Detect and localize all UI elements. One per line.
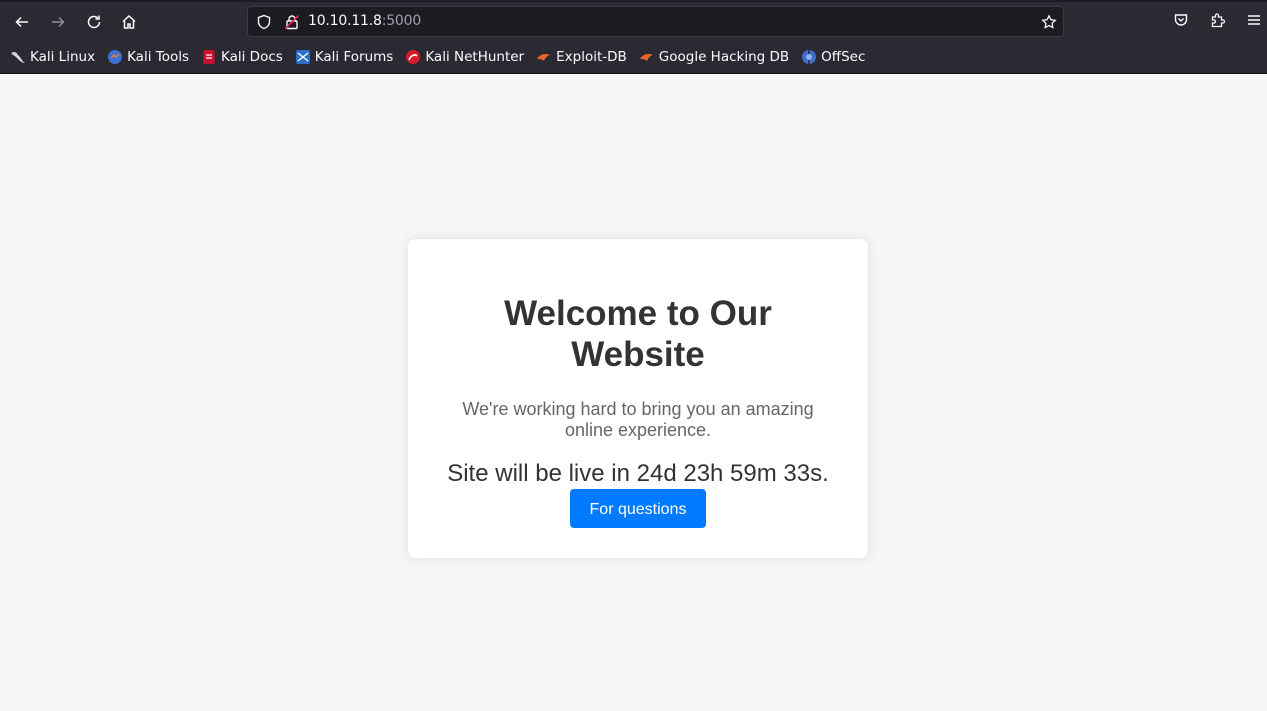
puzzle-icon xyxy=(1211,13,1226,28)
bookmark-label: Kali Docs xyxy=(221,49,283,65)
extensions-button[interactable] xyxy=(1210,12,1228,30)
kali-docs-icon xyxy=(203,50,215,64)
reload-icon xyxy=(87,15,101,29)
tracking-shield-icon[interactable] xyxy=(256,14,272,30)
arrow-right-icon xyxy=(52,16,65,28)
pocket-icon xyxy=(1174,14,1188,26)
reload-button[interactable] xyxy=(81,9,107,35)
bookmark-label: Kali Linux xyxy=(30,49,96,65)
bookmarks-toolbar: Kali Linux Kali Tools Kali Docs Kali For… xyxy=(0,45,865,69)
home-button[interactable] xyxy=(116,9,142,35)
bookmark-kali-nethunter[interactable]: Kali NetHunter xyxy=(405,45,524,69)
bookmark-label: Kali NetHunter xyxy=(425,49,525,65)
ghdb-icon xyxy=(639,54,653,61)
bookmark-label: Kali Tools xyxy=(127,49,189,65)
bookmark-star-icon[interactable] xyxy=(1041,14,1057,30)
window-top-edge xyxy=(0,0,1267,2)
bookmark-google-hacking-db[interactable]: Google Hacking DB xyxy=(639,45,789,69)
bookmark-offsec[interactable]: OffSec xyxy=(801,45,865,69)
kali-dragon-icon xyxy=(11,52,25,63)
bookmark-label: Exploit-DB xyxy=(556,49,627,65)
menu-button[interactable] xyxy=(1246,12,1264,30)
url-port: :5000 xyxy=(381,13,422,29)
browser-toolbar: 10.10.11.8:5000 Kali Linux Kali Tools Ka… xyxy=(0,0,1267,74)
back-button[interactable] xyxy=(9,9,35,35)
offsec-icon xyxy=(802,50,817,64)
exploit-db-icon xyxy=(537,54,551,61)
bookmark-kali-tools[interactable]: Kali Tools xyxy=(107,45,189,69)
address-bar[interactable]: 10.10.11.8:5000 xyxy=(247,6,1064,37)
hamburger-menu-icon xyxy=(1248,15,1260,25)
arrow-left-icon xyxy=(15,16,28,28)
forward-button[interactable] xyxy=(45,9,71,35)
bookmark-exploit-db[interactable]: Exploit-DB xyxy=(536,45,627,69)
bookmark-kali-linux[interactable]: Kali Linux xyxy=(10,45,95,69)
bookmark-kali-docs[interactable]: Kali Docs xyxy=(201,45,283,69)
bookmark-label: OffSec xyxy=(821,49,866,65)
page-subtitle: We're working hard to bring you an amazi… xyxy=(462,399,814,440)
kali-tools-icon xyxy=(108,50,123,64)
kali-nethunter-icon xyxy=(406,50,421,64)
home-icon xyxy=(122,14,136,29)
kali-forums-icon xyxy=(295,50,310,64)
bookmark-label: Google Hacking DB xyxy=(658,49,790,65)
countdown-text: Site will be live in 24d 23h 59m 33s. xyxy=(447,460,829,487)
url-text[interactable]: 10.10.11.8:5000 xyxy=(308,13,421,29)
bookmark-kali-forums[interactable]: Kali Forums xyxy=(295,45,394,69)
for-questions-button[interactable]: For questions xyxy=(570,489,706,528)
page-title: Welcome to Our Website xyxy=(504,294,772,374)
insecure-lock-icon[interactable] xyxy=(284,14,300,30)
welcome-card: Welcome to Our Website We're working har… xyxy=(408,239,868,558)
url-host: 10.10.11.8 xyxy=(308,13,382,29)
bookmark-label: Kali Forums xyxy=(314,49,394,65)
pocket-button[interactable] xyxy=(1173,12,1191,30)
